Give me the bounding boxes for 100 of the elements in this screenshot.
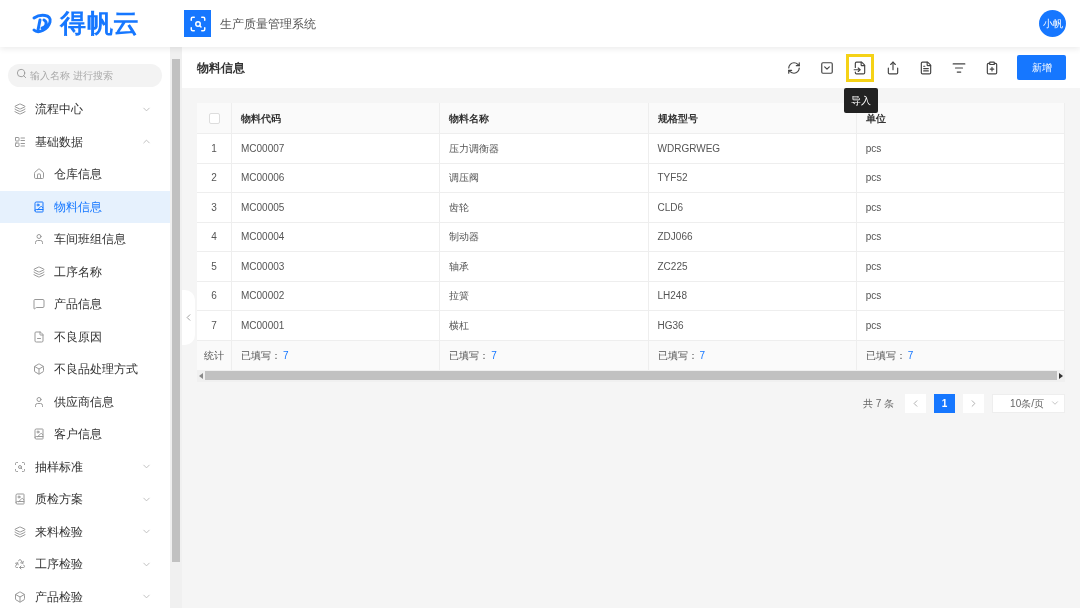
table-cell: 2: [197, 163, 232, 192]
menu-item[interactable]: 供应商信息: [0, 385, 170, 418]
table-cell: pcs: [856, 281, 1065, 310]
menu-group[interactable]: 来料检验: [0, 515, 170, 548]
menu-label: 物料信息: [54, 198, 102, 216]
add-button[interactable]: 新增: [1017, 55, 1066, 80]
page-size-select[interactable]: 10条/页: [992, 393, 1065, 413]
book-icon: [33, 428, 45, 441]
table-cell: pcs: [856, 311, 1065, 340]
menu-item[interactable]: 产品信息: [0, 288, 170, 321]
app-title: 生产质量管理系统: [220, 15, 316, 33]
menu-item[interactable]: 客户信息: [0, 418, 170, 451]
menu-label: 产品信息: [54, 296, 102, 314]
menu-label: 工序名称: [54, 263, 102, 281]
menu-item[interactable]: 车间班组信息: [0, 223, 170, 256]
menu-item[interactable]: 物料信息: [0, 190, 170, 223]
table-cell: 拉簧: [440, 281, 649, 310]
collapse-handle[interactable]: [182, 290, 195, 345]
menu-group[interactable]: 质检方案: [0, 483, 170, 516]
summary-cell: 已填写： 7: [440, 340, 649, 370]
table-cell: MC00004: [232, 222, 441, 251]
menu-label: 抽样标准: [35, 458, 84, 476]
menu-group[interactable]: 流程中心: [0, 93, 170, 126]
menu-label: 来料检验: [35, 523, 84, 541]
next-page-button[interactable]: [963, 393, 984, 413]
table-cell: ZDJ066: [648, 222, 857, 251]
menu-group[interactable]: 产品检验: [0, 580, 170, 608]
menu-item[interactable]: 工序名称: [0, 255, 170, 288]
refresh-icon: [787, 60, 801, 75]
table-cell: 3: [197, 193, 232, 222]
menu-label: 基础数据: [35, 133, 84, 151]
summary-cell: 已填写： 7: [232, 340, 441, 370]
scrollbar-thumb[interactable]: [205, 371, 1057, 380]
total-count: 共 7 条: [862, 396, 894, 411]
table-cell: 轴承: [440, 252, 649, 281]
menu-item[interactable]: 不良原因: [0, 320, 170, 353]
table-cell: HG36: [648, 311, 857, 340]
table-cell: 5: [197, 252, 232, 281]
table-cell: MC00007: [232, 134, 441, 163]
logo-text: 得帆云: [60, 7, 140, 40]
box-icon: [14, 590, 26, 603]
table-cell: pcs: [856, 134, 1065, 163]
table-cell: pcs: [856, 222, 1065, 251]
scrollbar-thumb[interactable]: [172, 59, 180, 562]
table-cell: 制动器: [440, 222, 649, 251]
summary-cell: 已填写： 7: [648, 340, 857, 370]
recycle-icon: [14, 558, 26, 571]
sidebar-scrollbar[interactable]: [170, 47, 182, 608]
document-icon: [919, 60, 933, 75]
book-icon: [33, 200, 45, 213]
summary-cell: 已填写： 7: [856, 340, 1065, 370]
message-icon: [33, 298, 45, 311]
menu-label: 流程中心: [35, 101, 84, 119]
previous-page-button[interactable]: [905, 393, 926, 413]
menu-group[interactable]: 工序检验: [0, 548, 170, 581]
book-icon: [14, 493, 26, 506]
table-cell: ZC225: [648, 252, 857, 281]
layers-icon: [33, 265, 45, 278]
user-icon: [33, 395, 45, 408]
layers-icon: [14, 103, 26, 116]
dropdown-icon: [820, 60, 834, 75]
table-cell: 调压阀: [440, 163, 649, 192]
table-cell: MC00001: [232, 311, 441, 340]
share-icon: [886, 60, 900, 75]
menu-item[interactable]: 仓库信息: [0, 158, 170, 191]
select-all-checkbox[interactable]: [208, 112, 220, 124]
menu-item[interactable]: 不良品处理方式: [0, 353, 170, 386]
table-cell: 横杠: [440, 311, 649, 340]
menu-label: 不良品处理方式: [54, 361, 138, 379]
user-icon: [33, 233, 45, 246]
table-cell: 齿轮: [440, 193, 649, 222]
table-header-cell: 物料代码: [232, 103, 441, 133]
table-cell: TYF52: [648, 163, 857, 192]
search-icon: [16, 68, 27, 79]
toolbar-button[interactable]: [846, 53, 874, 82]
menu-label: 仓库信息: [54, 166, 102, 184]
page-button[interactable]: 1: [934, 393, 955, 413]
page-title: 物料信息: [197, 59, 246, 77]
menu-label: 供应商信息: [54, 393, 114, 411]
table-cell: MC00005: [232, 193, 441, 222]
menu-label: 质检方案: [35, 491, 84, 509]
menu-group[interactable]: 基础数据: [0, 125, 170, 158]
user-avatar[interactable]: 小帆: [1039, 10, 1066, 37]
menu-label: 客户信息: [54, 426, 102, 444]
table-cell: pcs: [856, 252, 1065, 281]
table-cell: 1: [197, 134, 232, 163]
table-header-cell: 物料名称: [440, 103, 649, 133]
clipboard-icon: [985, 60, 999, 75]
table-cell: pcs: [856, 193, 1065, 222]
search-field[interactable]: 输入名称 进行搜索: [8, 64, 162, 87]
menu-group[interactable]: 抽样标准: [0, 450, 170, 483]
table-cell: 压力调衡器: [440, 134, 649, 163]
table-cell: MC00003: [232, 252, 441, 281]
filter-icon: [952, 60, 966, 75]
home-icon: [33, 168, 45, 181]
table-cell: pcs: [856, 163, 1065, 192]
table-cell: WDRGRWEG: [648, 134, 857, 163]
summary-label: 统计: [197, 340, 232, 370]
menu-label: 工序检验: [35, 556, 84, 574]
app-icon: [184, 10, 211, 37]
